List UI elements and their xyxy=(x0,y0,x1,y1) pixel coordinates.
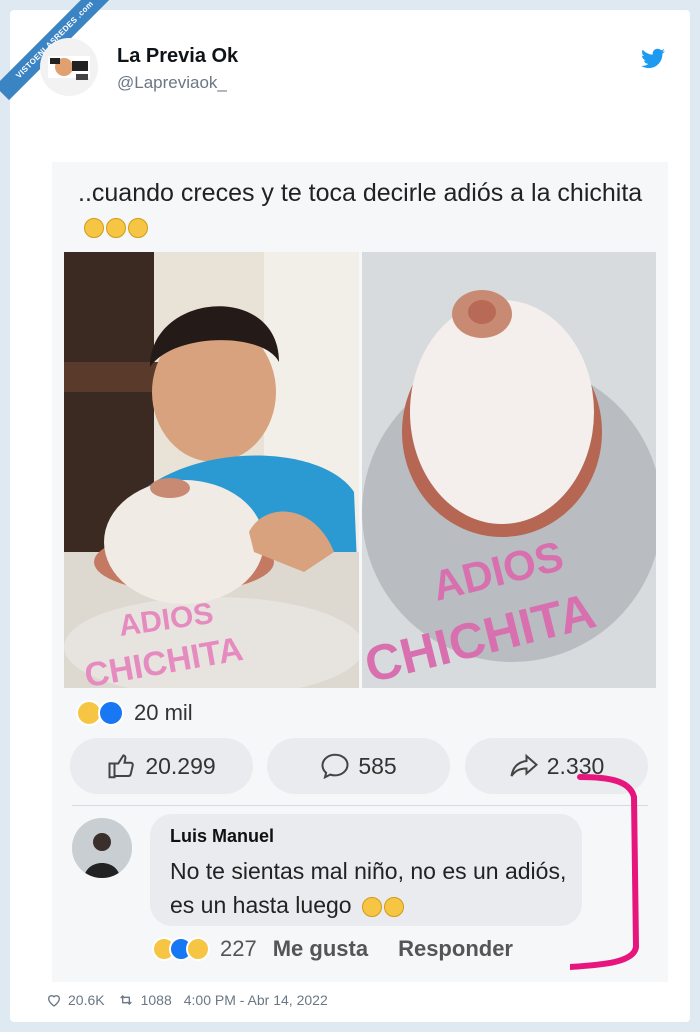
comment-reactions[interactable] xyxy=(152,937,210,961)
heart-icon[interactable] xyxy=(46,992,62,1008)
post-caption: ..cuando creces y te toca decirle adiós … xyxy=(78,176,658,244)
share-arrow-icon xyxy=(510,753,538,777)
crying-emoji-icon xyxy=(106,218,126,239)
like-count: 20.299 xyxy=(145,752,216,779)
post-caption-text: ..cuando creces y te toca decirle adiós … xyxy=(78,179,643,207)
comment-like-button[interactable]: Me gusta xyxy=(273,936,368,962)
like-reaction-icon xyxy=(98,700,124,726)
photo-cake-closeup[interactable]: ADIOS CHICHITA xyxy=(362,252,656,688)
twitter-bird-icon[interactable] xyxy=(640,46,666,72)
wink-emoji-icon xyxy=(361,896,382,917)
timestamp[interactable]: 4:00 PM - Abr 14, 2022 xyxy=(184,992,328,1008)
reactions-count: 20 mil xyxy=(134,700,193,725)
retweet-total: 1088 xyxy=(140,992,172,1008)
tweet-footer: 20.6K 1088 4:00 PM - Abr 14, 2022 xyxy=(46,992,328,1008)
like-total: 20.6K xyxy=(68,992,105,1008)
thumbs-up-icon xyxy=(108,754,135,779)
reactions-summary[interactable]: 20 mil xyxy=(76,700,193,726)
user-name[interactable]: La Previa Ok xyxy=(117,45,238,68)
comment-emojis xyxy=(361,896,404,917)
wink-emoji-icon xyxy=(383,896,404,917)
pensive-emoji-icon xyxy=(84,218,104,239)
comment-actions: 227 Me gusta Responder xyxy=(152,936,513,962)
user-handle[interactable]: @Lapreviaok_ xyxy=(117,73,227,93)
comment-text: No te sientas mal niño, no es un adiós, … xyxy=(170,854,570,922)
like-button[interactable]: 20.299 xyxy=(70,738,253,794)
pink-bracket-annotation xyxy=(570,774,640,970)
comment-reply-button[interactable]: Responder xyxy=(398,936,513,962)
divider xyxy=(72,805,648,806)
comment-avatar[interactable] xyxy=(72,818,132,878)
comment-bubble: Luis Manuel No te sientas mal niño, no e… xyxy=(150,814,582,926)
tweet-card: VISTOENLASREDES .com La Previa Ok @Lapre… xyxy=(0,0,690,1022)
crying-emoji-icon xyxy=(128,218,148,239)
comment-reactions-count: 227 xyxy=(220,936,257,961)
photo-boy-with-cake[interactable]: ADIOS CHICHITA xyxy=(64,252,359,688)
comment-author[interactable]: Luis Manuel xyxy=(170,826,274,847)
caption-emojis xyxy=(84,218,148,239)
comment-button[interactable]: 585 xyxy=(267,738,450,794)
comment-count: 585 xyxy=(358,752,397,779)
retweet-icon[interactable] xyxy=(117,992,135,1008)
comment-bubble-icon xyxy=(321,753,349,780)
avatar[interactable] xyxy=(40,38,98,96)
wow-reaction-icon xyxy=(186,937,210,961)
